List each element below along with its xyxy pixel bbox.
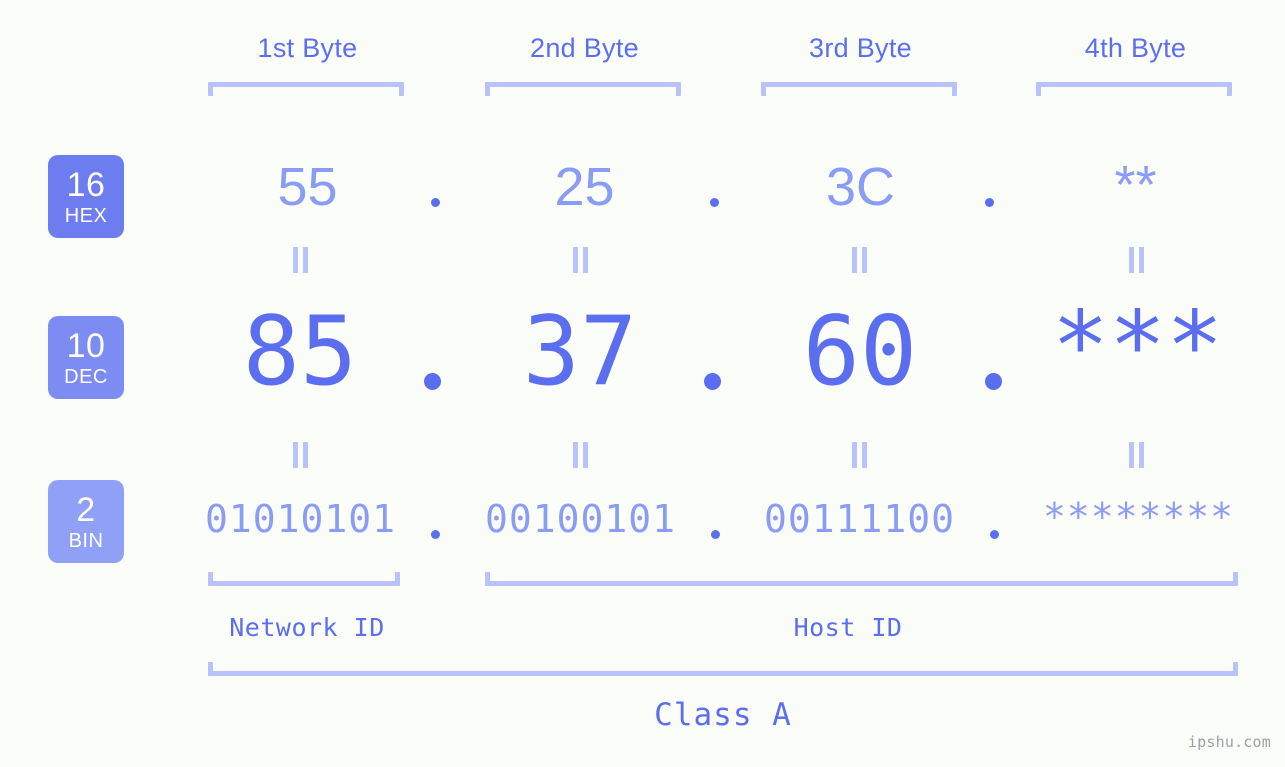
host-id-bracket [485,572,1238,586]
base-badge-dec: 10 DEC [48,316,124,399]
base-badge-bin-number: 2 [76,490,96,529]
dec-byte-2: 37 [522,297,638,407]
bin-byte-2: 00100101 [484,497,677,541]
equals-icon-hex-dec-4 [1128,247,1145,273]
equals-icon-dec-bin-4 [1128,442,1145,468]
bin-separator-dot-1 [431,530,440,539]
hex-separator-dot-1 [431,198,440,207]
bin-separator-dot-2 [711,530,720,539]
hex-byte-2: 25 [554,157,615,217]
hex-byte-4: ** [1114,155,1157,215]
network-id-bracket [208,572,400,586]
hex-byte-3: 3C [825,157,896,217]
dec-separator-dot-1 [424,373,441,390]
equals-icon-hex-dec-2 [572,247,589,273]
ip-byte-breakdown-diagram: 1st Byte 2nd Byte 3rd Byte 4th Byte 16 H… [0,0,1285,767]
byte-bracket-3 [761,82,957,96]
hex-separator-dot-3 [985,198,994,207]
byte-header-4: 4th Byte [1084,33,1187,63]
base-badge-hex: 16 HEX [48,155,124,238]
class-label: Class A [654,697,792,733]
base-badge-bin-name: BIN [68,529,104,552]
dec-byte-1: 85 [242,297,358,407]
equals-icon-hex-dec-1 [292,247,309,273]
equals-icon-dec-bin-2 [572,442,589,468]
hex-byte-1: 55 [277,157,338,217]
class-bracket [208,662,1238,676]
base-badge-hex-name: HEX [64,204,108,227]
byte-header-2: 2nd Byte [530,33,639,63]
base-badge-dec-number: 10 [66,326,106,365]
bin-byte-1: 01010101 [204,497,397,541]
network-id-label: Network ID [229,613,385,642]
equals-icon-dec-bin-1 [292,442,309,468]
dec-separator-dot-2 [704,373,721,390]
base-badge-bin: 2 BIN [48,480,124,563]
dec-separator-dot-3 [985,373,1002,390]
equals-icon-hex-dec-3 [851,247,868,273]
bin-byte-3: 00111100 [763,497,956,541]
byte-bracket-4 [1036,82,1232,96]
host-id-label: Host ID [793,613,903,642]
equals-icon-dec-bin-3 [851,442,868,468]
byte-header-3: 3rd Byte [809,33,912,63]
dec-byte-4: *** [1051,292,1224,402]
byte-header-1: 1st Byte [257,33,358,63]
byte-bracket-1 [208,82,404,96]
byte-bracket-2 [485,82,681,96]
base-badge-hex-number: 16 [66,165,106,204]
base-badge-dec-name: DEC [64,365,108,388]
watermark: ipshu.com [1187,733,1271,751]
dec-byte-3: 60 [802,297,918,407]
bin-byte-4: ******** [1042,495,1235,539]
hex-separator-dot-2 [710,198,719,207]
bin-separator-dot-3 [990,530,999,539]
